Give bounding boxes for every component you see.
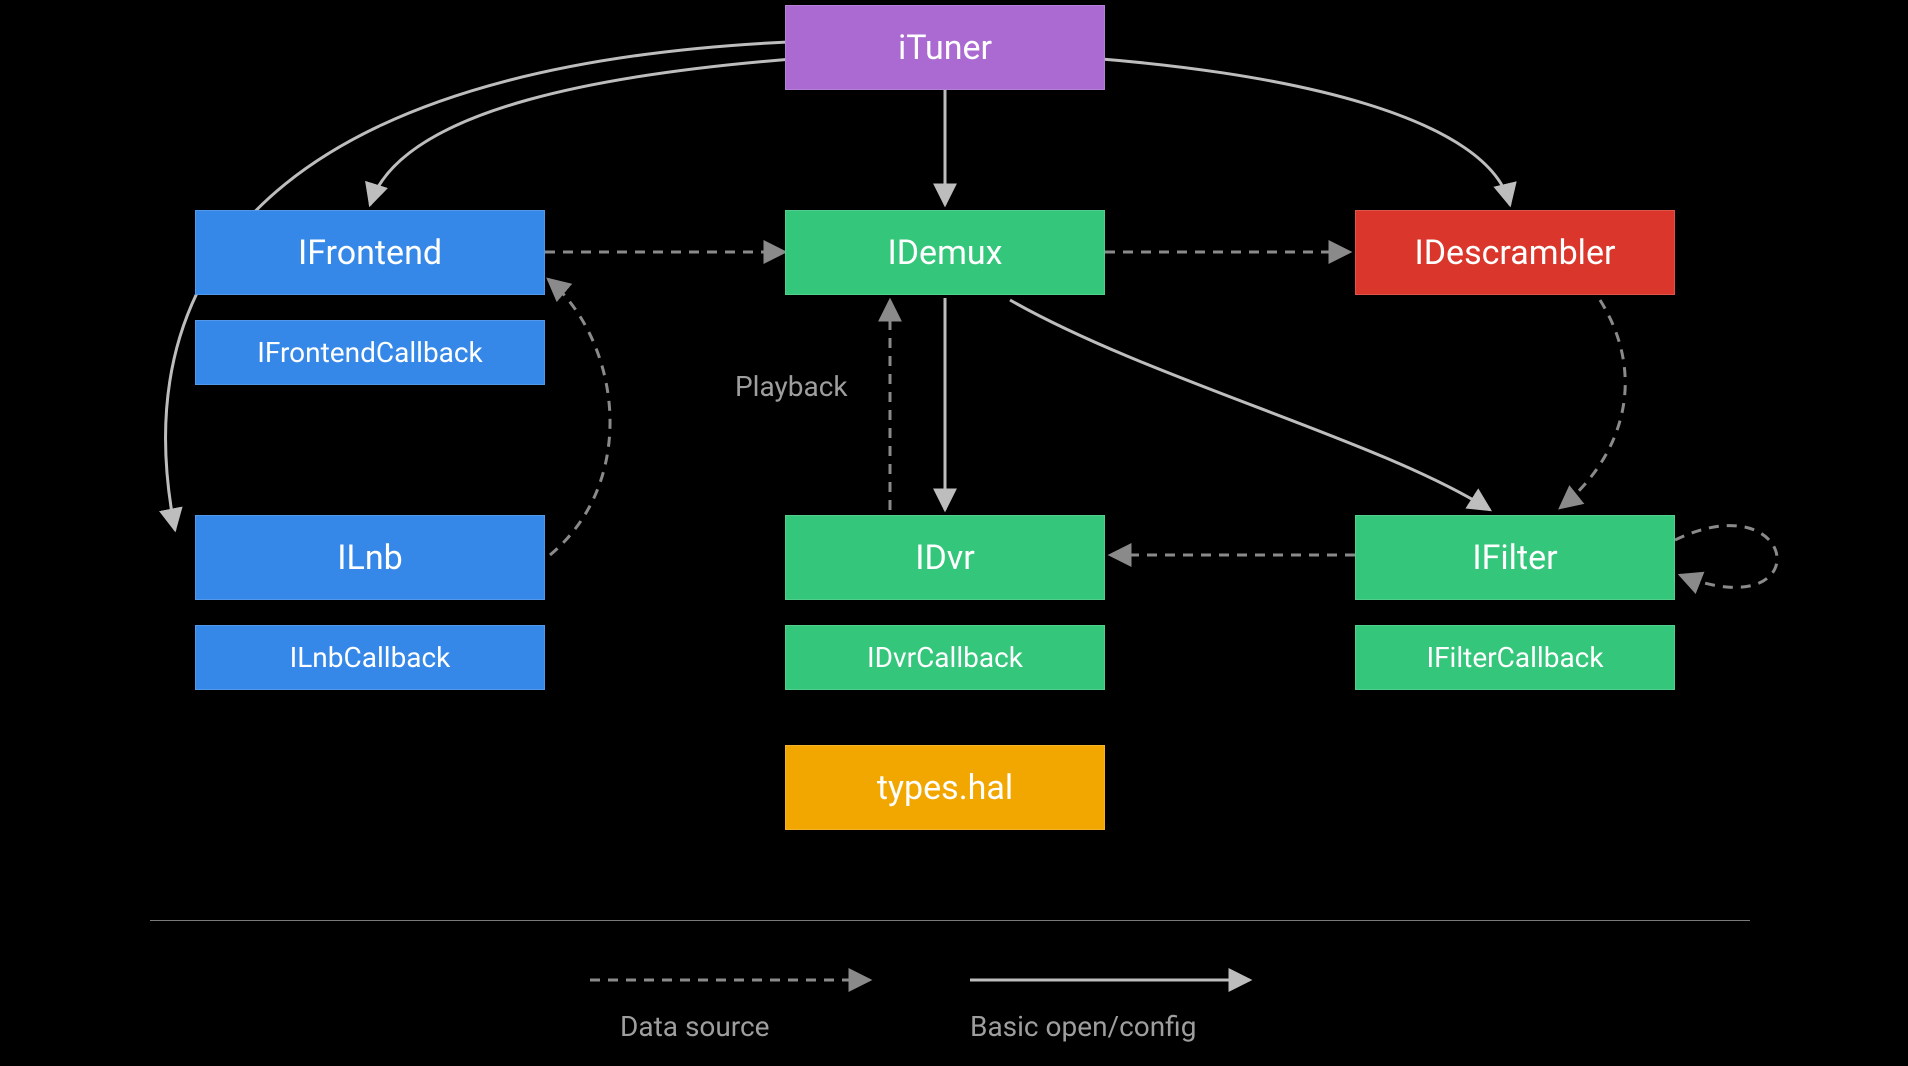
edge-idemux-ifilter (1010, 300, 1490, 510)
edge-ituner-ifrontend (370, 55, 850, 205)
node-ifrontend-callback: IFrontendCallback (195, 320, 545, 385)
legend-separator (150, 920, 1750, 921)
node-idemux: IDemux (785, 210, 1105, 295)
node-idvr: IDvr (785, 515, 1105, 600)
edge-ituner-idescrambler (1045, 55, 1510, 205)
node-idvr-callback: IDvrCallback (785, 625, 1105, 690)
edge-ifilter-self (1675, 526, 1777, 588)
legend-label-dashed: Data source (620, 1010, 770, 1043)
edge-idescrambler-ifilter (1560, 300, 1625, 508)
node-ifilter-callback: IFilterCallback (1355, 625, 1675, 690)
legend-label-solid: Basic open/config (970, 1010, 1196, 1043)
node-ifilter: IFilter (1355, 515, 1675, 600)
node-ifrontend: IFrontend (195, 210, 545, 295)
label-playback: Playback (735, 370, 848, 403)
edge-ilnb-ifrontend (548, 279, 610, 555)
node-ilnb-callback: ILnbCallback (195, 625, 545, 690)
node-ilnb: ILnb (195, 515, 545, 600)
node-types-hal: types.hal (785, 745, 1105, 830)
node-ituner: iTuner (785, 5, 1105, 90)
node-idescrambler: IDescrambler (1355, 210, 1675, 295)
diagram-canvas: iTuner IFrontend IFrontendCallback IDemu… (0, 0, 1908, 1066)
